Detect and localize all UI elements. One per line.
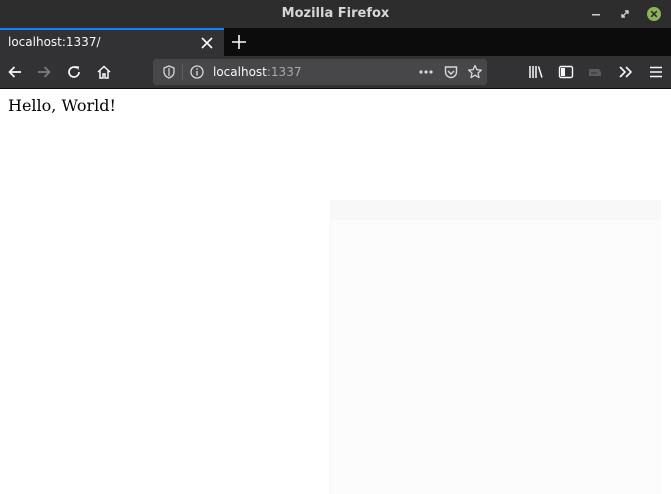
reload-icon[interactable] bbox=[66, 64, 82, 80]
shield-icon[interactable] bbox=[161, 64, 177, 80]
tab-close-icon[interactable] bbox=[200, 35, 214, 49]
hamburger-menu-icon[interactable] bbox=[648, 64, 664, 80]
url-text[interactable]: localhost:1337 bbox=[213, 59, 301, 85]
minimize-icon[interactable] bbox=[588, 6, 604, 22]
info-icon[interactable] bbox=[189, 64, 205, 80]
faint-overlay-panel bbox=[330, 200, 661, 494]
url-host: localhost bbox=[213, 65, 267, 79]
screenshot-icon[interactable] bbox=[587, 64, 603, 80]
page-text: Hello, World! bbox=[8, 96, 116, 115]
url-port: :1337 bbox=[266, 65, 302, 79]
tab-strip: localhost:1337/ bbox=[0, 28, 671, 56]
pocket-icon[interactable] bbox=[443, 64, 459, 80]
window-title: Mozilla Firefox bbox=[281, 6, 390, 21]
sidebar-icon[interactable] bbox=[558, 64, 574, 80]
tab-localhost[interactable]: localhost:1337/ bbox=[0, 28, 224, 56]
chevron-double-right-icon[interactable] bbox=[618, 64, 634, 80]
window-titlebar: Mozilla Firefox bbox=[0, 0, 671, 28]
bookmark-star-icon[interactable] bbox=[467, 64, 483, 80]
forward-arrow-icon[interactable] bbox=[36, 64, 52, 80]
library-icon[interactable] bbox=[528, 64, 544, 80]
more-dots-icon[interactable] bbox=[418, 64, 434, 80]
page-content: Hello, World! bbox=[0, 89, 671, 494]
url-bar-separator bbox=[182, 64, 183, 80]
faint-overlay-header bbox=[331, 200, 661, 220]
restore-icon[interactable] bbox=[617, 6, 633, 22]
close-icon[interactable] bbox=[646, 6, 662, 22]
home-icon[interactable] bbox=[96, 64, 112, 80]
navigation-toolbar: localhost:1337 bbox=[0, 56, 671, 89]
url-bar[interactable]: localhost:1337 bbox=[153, 59, 487, 85]
new-tab-plus-icon[interactable] bbox=[231, 34, 247, 50]
tab-title: localhost:1337/ bbox=[8, 35, 101, 49]
back-arrow-icon[interactable] bbox=[7, 64, 23, 80]
